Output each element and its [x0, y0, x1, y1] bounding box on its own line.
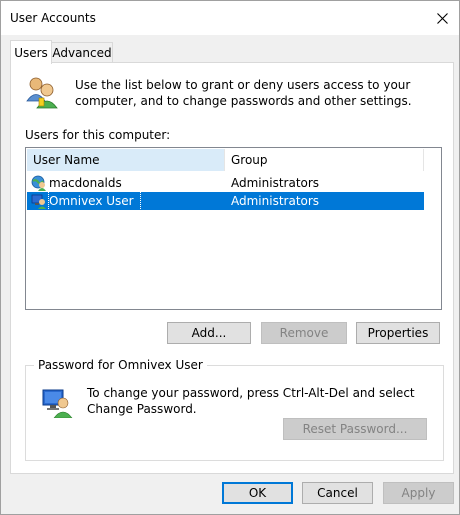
- column-header-group[interactable]: Group: [225, 149, 424, 171]
- tab-advanced[interactable]: Advanced: [51, 42, 113, 64]
- password-group-title: Password for Omnivex User: [34, 358, 207, 372]
- close-button[interactable]: [425, 1, 459, 35]
- ok-button[interactable]: OK: [222, 482, 293, 504]
- remove-button[interactable]: Remove: [261, 322, 347, 344]
- user-name-cell: macdonalds: [49, 176, 122, 190]
- group-cell: Administrators: [231, 194, 320, 208]
- apply-button[interactable]: Apply: [383, 482, 454, 504]
- users-icon: [26, 77, 58, 109]
- table-row[interactable]: macdonalds Administrators: [27, 174, 424, 192]
- table-row-selected[interactable]: Omnivex User Administrators: [27, 191, 424, 211]
- user-accounts-dialog: User Accounts Users Advanced Use the lis…: [0, 0, 460, 515]
- users-listview[interactable]: User Name Group macdonalds Administrator…: [25, 147, 442, 310]
- column-header-user-name[interactable]: User Name: [27, 149, 225, 171]
- window-title: User Accounts: [10, 11, 96, 25]
- users-list-label: Users for this computer:: [25, 128, 171, 142]
- cancel-button[interactable]: Cancel: [302, 482, 373, 504]
- add-button[interactable]: Add...: [167, 322, 251, 344]
- intro-text: Use the list below to grant or deny user…: [75, 78, 412, 108]
- reset-password-button[interactable]: Reset Password...: [283, 418, 427, 440]
- password-instructions: To change your password, press Ctrl-Alt-…: [87, 386, 415, 416]
- group-cell: Administrators: [231, 176, 320, 190]
- close-icon: [436, 12, 448, 24]
- computer-user-icon: [42, 389, 73, 418]
- tab-users[interactable]: Users: [10, 40, 52, 64]
- users-tab-panel: Use the list below to grant or deny user…: [10, 62, 454, 474]
- title-bar: User Accounts: [1, 1, 459, 35]
- properties-button[interactable]: Properties: [356, 322, 440, 344]
- user-globe-icon: [31, 175, 46, 191]
- computer-user-icon: [31, 194, 46, 209]
- user-name-cell: Omnivex User: [48, 191, 141, 211]
